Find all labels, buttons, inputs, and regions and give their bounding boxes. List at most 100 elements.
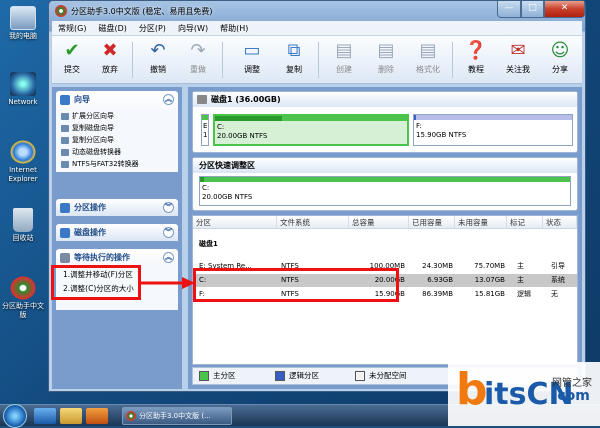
toolbar-tutorial-button[interactable]: ❓ 教程	[456, 39, 496, 75]
menu-partition[interactable]: 分区(P)	[133, 21, 172, 36]
annotation-box-rows	[193, 268, 399, 302]
menu-help[interactable]: 帮助(H)	[214, 21, 254, 36]
internet-explorer-icon	[10, 140, 36, 164]
chevron-up-icon[interactable]: ︽	[163, 252, 174, 263]
quick-resize-header: 分区快速调整区	[193, 158, 577, 173]
recycle-bin-icon	[13, 208, 33, 232]
right-panel: 磁盘1 (36.00GB) E 1 C: 20.00GB NTFS F: 15.…	[188, 87, 582, 389]
left-panel: 向导 ︽ 扩展分区向导 复制磁盘向导 复制分区向导 动态磁盘转换器 NTFS与FA…	[52, 87, 182, 389]
pending-header[interactable]: 等待执行的操作 ︽	[56, 249, 178, 266]
toolbar-separator	[452, 42, 453, 78]
start-button[interactable]	[3, 404, 27, 428]
media-player-taskbar-icon[interactable]	[86, 408, 108, 424]
toolbar-follow-button[interactable]: ✉ 关注我	[498, 39, 538, 75]
menu-general[interactable]: 常规(G)	[52, 21, 92, 36]
disk-ops-header[interactable]: 磁盘操作 ︾	[56, 224, 178, 241]
toolbar-format-button[interactable]: ▤ 格式化	[408, 39, 448, 75]
wizard-item-icon	[61, 149, 69, 156]
disk-partition-c[interactable]: C: 20.00GB NTFS	[213, 114, 409, 146]
wizard-extend-partition[interactable]: 扩展分区向导	[60, 110, 174, 122]
desktop-icon-network[interactable]: Network	[0, 72, 46, 107]
col-flag[interactable]: 标记	[507, 216, 543, 229]
disk-icon	[197, 95, 207, 104]
minimize-button[interactable]: —	[497, 1, 521, 18]
toolbar-delete-button[interactable]: ▤ 删除	[366, 39, 406, 75]
disk-group-row[interactable]: 磁盘1	[193, 238, 577, 251]
disk-map-header: 磁盘1 (36.00GB)	[193, 92, 577, 107]
delete-icon: ▤	[377, 40, 395, 61]
desktop-icon-ie[interactable]: Internet Explorer	[0, 140, 46, 184]
wizard-icon	[60, 95, 70, 105]
chevron-up-icon[interactable]: ︽	[163, 94, 174, 105]
window-title: 分区助手3.0中文版 (稳定、易用且免费)	[71, 7, 213, 16]
resize-partition-c[interactable]: C: 20.00GB NTFS	[199, 176, 571, 206]
wizard-item-icon	[61, 113, 69, 120]
tutorial-icon: ❓	[464, 40, 488, 61]
col-total[interactable]: 总容量	[349, 216, 409, 229]
watermark-domain: .com	[552, 388, 590, 404]
app-logo-icon	[126, 411, 136, 421]
watermark-logo: b itsCN 网管之家 .com	[448, 362, 600, 426]
col-free[interactable]: 未用容量	[455, 216, 507, 229]
undo-icon: ↶	[150, 40, 166, 61]
create-icon: ▤	[335, 40, 353, 61]
legend-unallocated-swatch	[355, 371, 365, 381]
explorer-taskbar-icon[interactable]	[60, 408, 82, 424]
disk-partition-e[interactable]: E 1	[201, 114, 209, 146]
pending-icon	[60, 253, 70, 263]
title-bar[interactable]: 分区助手3.0中文版 (稳定、易用且免费) — □ ✕	[49, 1, 585, 21]
network-icon	[10, 72, 36, 96]
chevron-down-icon[interactable]: ︾	[163, 227, 174, 238]
toolbar-separator	[132, 42, 133, 78]
desktop-icon-partition-assistant[interactable]: 分区助手中文版	[0, 276, 46, 320]
usage-bar-e	[202, 115, 208, 120]
wizard-ntfs-fat32[interactable]: NTFS与FAT32转换器	[60, 158, 174, 170]
computer-icon	[10, 6, 36, 30]
menu-disk[interactable]: 磁盘(D)	[92, 21, 132, 36]
follow-icon: ✉	[510, 40, 526, 61]
col-status[interactable]: 状态	[543, 216, 577, 229]
wizard-list: 扩展分区向导 复制磁盘向导 复制分区向导 动态磁盘转换器 NTFS与FAT32转…	[56, 108, 178, 172]
annotation-box-pending	[51, 265, 141, 300]
wizard-item-icon	[61, 161, 69, 168]
copy-icon: ⧉	[287, 40, 301, 61]
wizard-item-icon	[61, 137, 69, 144]
toolbar-copy-button[interactable]: ⧉ 复制	[274, 39, 314, 75]
toolbar-undo-button[interactable]: ↶ 撤销	[138, 39, 178, 75]
toolbar-resize-button[interactable]: ▭ 调整	[232, 39, 272, 75]
col-partition[interactable]: 分区	[193, 216, 277, 229]
disk-partition-f[interactable]: F: 15.90GB NTFS	[413, 114, 573, 146]
toolbar-discard-button[interactable]: ✖ 放弃	[90, 39, 130, 75]
toolbar-redo-button[interactable]: ↷ 重做	[178, 39, 218, 75]
legend-primary-swatch	[199, 371, 209, 381]
partition-ops-header[interactable]: 分区操作 ︾	[56, 199, 178, 216]
wizard-section-header[interactable]: 向导 ︽	[56, 91, 178, 108]
wizard-copy-partition[interactable]: 复制分区向导	[60, 134, 174, 146]
wizard-copy-disk[interactable]: 复制磁盘向导	[60, 122, 174, 134]
toolbar-apply-button[interactable]: ✔ 提交	[52, 39, 92, 75]
toolbar-separator	[318, 42, 319, 78]
resize-bar	[200, 177, 570, 182]
partition-assistant-icon	[10, 276, 36, 300]
redo-icon: ↷	[190, 40, 206, 61]
partition-ops-icon	[60, 203, 70, 213]
desktop-icon-computer[interactable]: 我的电脑	[0, 6, 46, 41]
menu-bar: 常规(G) 磁盘(D) 分区(P) 向导(W) 帮助(H)	[52, 21, 582, 36]
maximize-button[interactable]: □	[521, 1, 544, 18]
watermark-tagline: 网管之家	[552, 378, 592, 389]
col-used[interactable]: 已用容量	[409, 216, 455, 229]
legend-unallocated-label: 未分配空间	[369, 371, 407, 380]
quick-resize-area: 分区快速调整区 C: 20.00GB NTFS	[192, 157, 578, 211]
chevron-down-icon[interactable]: ︾	[163, 202, 174, 213]
col-filesystem[interactable]: 文件系统	[277, 216, 349, 229]
share-icon: ☺	[550, 40, 570, 61]
toolbar-share-button[interactable]: ☺ 分享	[540, 39, 580, 75]
wizard-dynamic-disk[interactable]: 动态磁盘转换器	[60, 146, 174, 158]
app-logo-icon	[55, 5, 67, 17]
close-button[interactable]: ✕	[544, 1, 585, 18]
ie-taskbar-icon[interactable]	[34, 408, 56, 424]
toolbar-create-button[interactable]: ▤ 创建	[324, 39, 364, 75]
desktop-icon-recycle-bin[interactable]: 回收站	[0, 208, 46, 243]
menu-wizard[interactable]: 向导(W)	[172, 21, 214, 36]
taskbar-partition-assistant[interactable]: 分区助手3.0中文版 (...	[122, 407, 232, 425]
